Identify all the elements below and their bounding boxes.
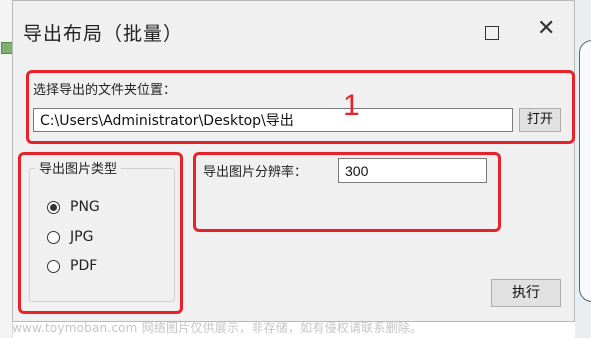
annotation-box-resolution	[193, 152, 501, 232]
title-bar: 导出布局（批量） ✕	[13, 1, 574, 63]
close-icon[interactable]: ✕	[537, 18, 555, 40]
execute-button[interactable]: 执行	[491, 279, 561, 307]
annotation-box-path	[26, 70, 575, 144]
annotation-box-image-type	[18, 152, 183, 314]
export-layout-dialog: 导出布局（批量） ✕ 选择导出的文件夹位置： 打开 导出图片类型 PNG JPG…	[12, 0, 575, 322]
map-outline	[579, 40, 591, 302]
annotation-number: 1	[343, 89, 360, 122]
background-map	[575, 0, 591, 338]
watermark-text: www.toymoban.com 网络图片仅供展示，非存储，如有侵权请联系删除。	[12, 321, 423, 335]
maximize-icon[interactable]	[485, 26, 499, 40]
dialog-title: 导出布局（批量）	[23, 23, 184, 45]
